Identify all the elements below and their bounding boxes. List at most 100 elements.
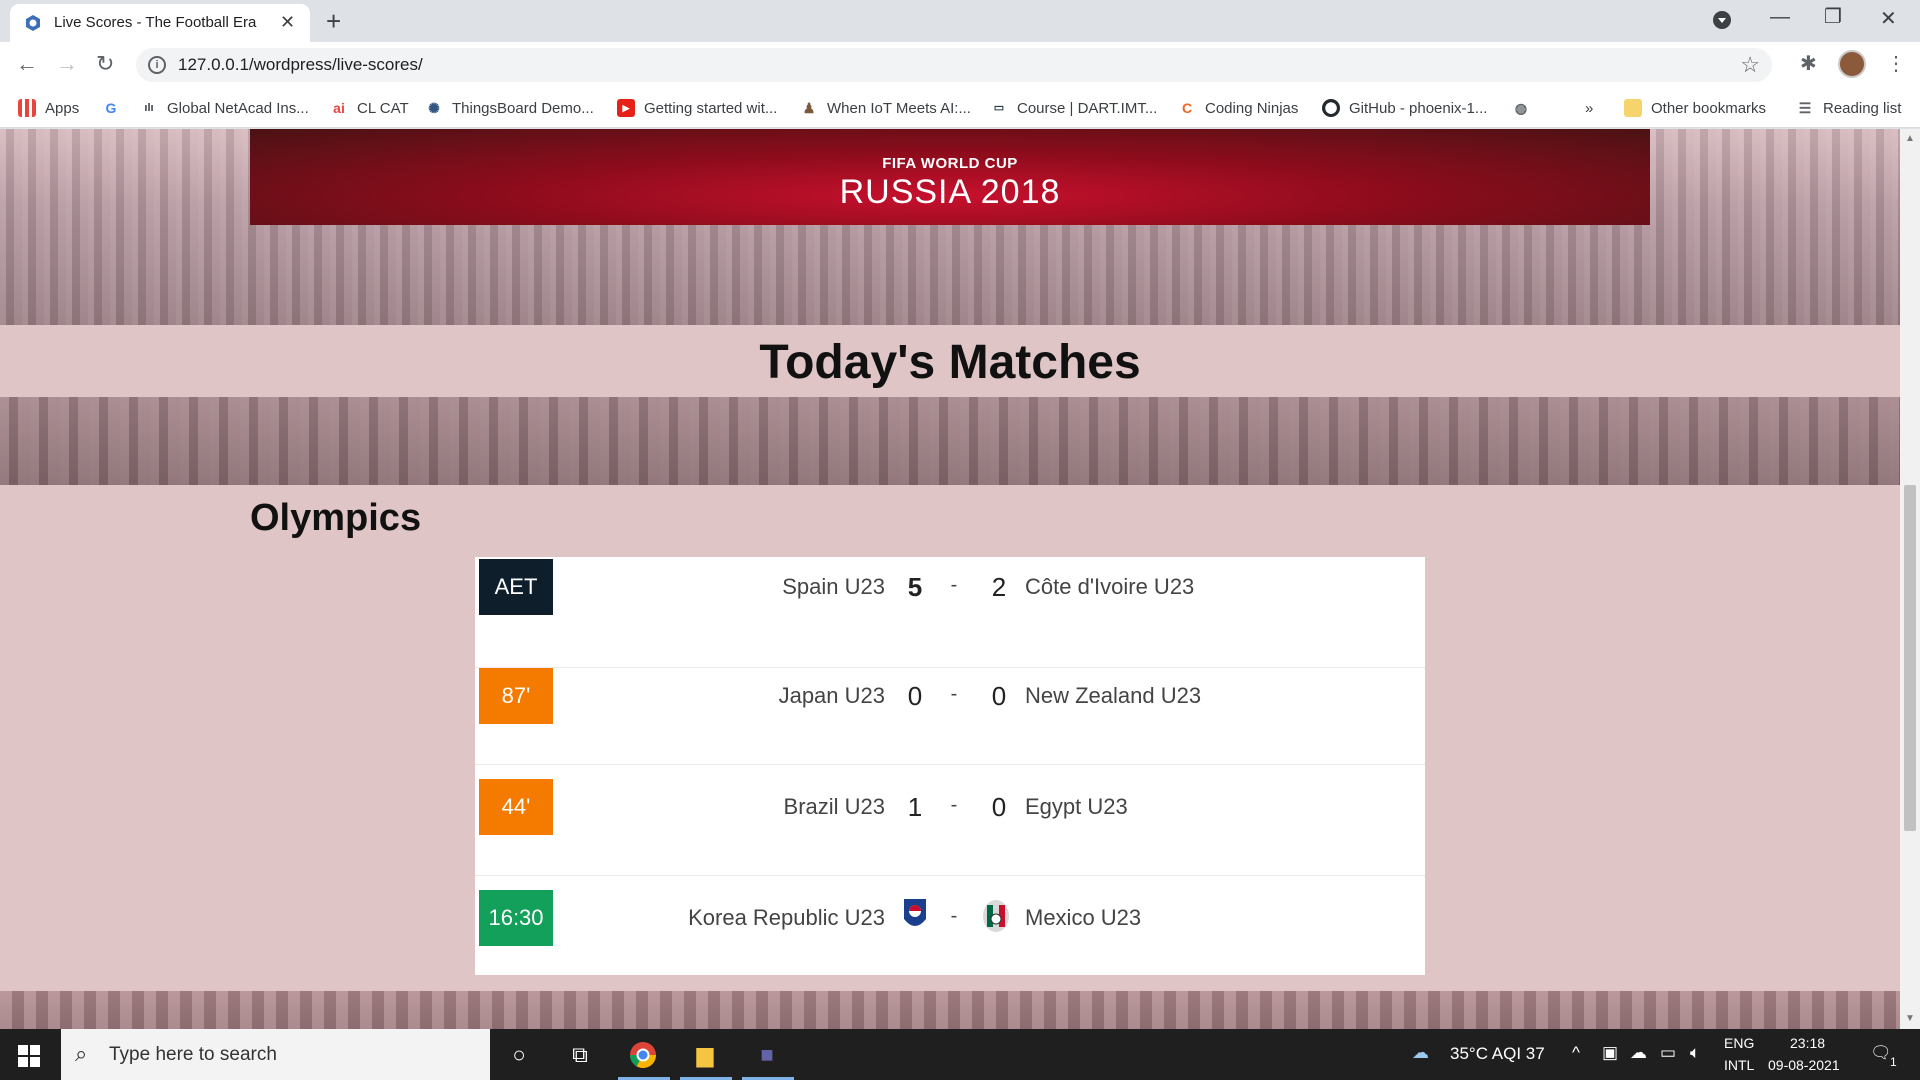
away-score: 0 bbox=[991, 792, 1007, 822]
weather-text[interactable]: 35°C AQI 37 bbox=[1450, 1044, 1545, 1064]
bookmark-thingsboard[interactable]: ✺ ThingsBoard Demo... bbox=[425, 96, 594, 120]
page-title: Today's Matches bbox=[759, 336, 1141, 389]
coding-ninjas-icon: C bbox=[1181, 100, 1193, 116]
taskbar-search-box[interactable]: ⌕ Type here to search bbox=[61, 1029, 490, 1080]
site-favicon-icon bbox=[26, 15, 40, 31]
home-team: Korea Republic U23 bbox=[688, 905, 885, 930]
scroll-up-icon[interactable]: ▲ bbox=[1905, 133, 1915, 144]
folder-icon bbox=[1624, 99, 1642, 117]
notification-count: 1 bbox=[1890, 1055, 1897, 1069]
away-team: Egypt U23 bbox=[1025, 794, 1128, 819]
banner-title-line1: FIFA WORLD CUP bbox=[882, 155, 1018, 172]
city-background-middle bbox=[0, 397, 1900, 485]
forward-icon[interactable]: → bbox=[56, 51, 78, 77]
tab-strip: Live Scores - The Football Era ✕ + — ❐ ✕ bbox=[0, 0, 1920, 42]
new-tab-icon[interactable]: + bbox=[326, 6, 341, 37]
notifications-icon[interactable]: 🗨︎ bbox=[1870, 1043, 1892, 1063]
cortana-icon[interactable]: ○ bbox=[503, 1039, 535, 1071]
reading-list-icon: ☰ bbox=[1798, 100, 1812, 116]
away-score: 0 bbox=[991, 681, 1007, 711]
show-hidden-icons-icon[interactable]: ^ bbox=[1572, 1043, 1580, 1063]
address-bar[interactable]: i 127.0.0.1/wordpress/live-scores/ ☆ bbox=[136, 48, 1772, 82]
browser-toolbar: ← → ↻ i 127.0.0.1/wordpress/live-scores/… bbox=[0, 42, 1920, 88]
menu-kebab-icon[interactable]: ⋮ bbox=[1886, 51, 1906, 76]
match-status-badge: 44' bbox=[479, 779, 553, 835]
page-scrollbar[interactable]: ▲ ▼ bbox=[1900, 129, 1920, 1029]
score-separator: - bbox=[950, 683, 958, 705]
meet-now-icon[interactable]: ▣ bbox=[1602, 1043, 1618, 1063]
tab-search-icon[interactable] bbox=[1712, 10, 1732, 36]
bookmarks-overflow[interactable]: » bbox=[1585, 96, 1593, 120]
bookmark-globe[interactable]: ◍ bbox=[1512, 96, 1539, 120]
bookmark-netacad[interactable]: ılı Global NetAcad Ins... bbox=[140, 96, 308, 120]
clock-date[interactable]: 09-08-2021 bbox=[1768, 1057, 1840, 1073]
match-list: AET Spain U23 5 - 2 Côte d'Ivoire U23 87… bbox=[475, 557, 1425, 975]
file-explorer-icon[interactable]: ▆ bbox=[689, 1039, 721, 1071]
bookmark-getting-started[interactable]: ▶ Getting started wit... bbox=[617, 96, 777, 120]
minimize-icon[interactable]: — bbox=[1770, 6, 1790, 29]
city-background-bottom bbox=[0, 991, 1900, 1029]
window-close-icon[interactable]: ✕ bbox=[1880, 6, 1897, 31]
windows-start-icon[interactable] bbox=[18, 1045, 40, 1067]
language-line1[interactable]: ENG bbox=[1724, 1035, 1754, 1051]
cisco-icon: ılı bbox=[144, 102, 154, 114]
clock-time[interactable]: 23:18 bbox=[1790, 1035, 1825, 1051]
score-separator: - bbox=[950, 574, 958, 596]
home-team: Brazil U23 bbox=[783, 794, 885, 819]
extensions-icon[interactable]: ✱ bbox=[1800, 51, 1817, 76]
course-icon: ▭ bbox=[993, 102, 1005, 114]
reading-list[interactable]: ☰ Reading list bbox=[1796, 96, 1902, 120]
language-line2[interactable]: INTL bbox=[1724, 1057, 1754, 1073]
search-icon: ⌕ bbox=[75, 1041, 88, 1066]
thingsboard-icon: ✺ bbox=[428, 100, 440, 116]
taskbar-search-placeholder: Type here to search bbox=[109, 1044, 277, 1065]
browser-tab[interactable]: Live Scores - The Football Era ✕ bbox=[10, 4, 310, 42]
bookmark-star-icon[interactable]: ☆ bbox=[1740, 52, 1760, 78]
ai-icon: ai bbox=[333, 100, 345, 116]
person-icon: ♟ bbox=[802, 100, 816, 116]
score-separator: - bbox=[950, 794, 958, 816]
bookmark-github[interactable]: ⬤ GitHub - phoenix-1... bbox=[1322, 96, 1487, 120]
bookmark-cl-cat[interactable]: ai CL CAT bbox=[330, 96, 409, 120]
bookmarks-bar: Apps G ılı Global NetAcad Ins... ai CL C… bbox=[0, 88, 1920, 128]
home-team: Spain U23 bbox=[782, 574, 885, 599]
bookmark-iot-ai[interactable]: ♟ When IoT Meets AI:... bbox=[800, 96, 971, 120]
match-status-badge: 87' bbox=[479, 668, 553, 724]
restore-icon[interactable]: ❐ bbox=[1824, 4, 1842, 29]
profile-avatar[interactable] bbox=[1838, 50, 1866, 78]
chrome-icon[interactable] bbox=[627, 1039, 659, 1071]
world-cup-banner: FIFA WORLD CUP RUSSIA 2018 bbox=[250, 129, 1650, 225]
match-row[interactable]: 44' Brazil U23 1 - 0 Egypt U23 bbox=[475, 765, 1425, 876]
match-row[interactable]: AET Spain U23 5 - 2 Côte d'Ivoire U23 bbox=[475, 557, 1425, 668]
league-title: Olympics bbox=[250, 497, 422, 539]
tab-close-icon[interactable]: ✕ bbox=[280, 12, 295, 33]
bookmark-course-dart[interactable]: ▭ Course | DART.IMT... bbox=[990, 96, 1158, 120]
score-separator: - bbox=[950, 905, 958, 927]
onedrive-icon[interactable]: ☁ bbox=[1630, 1043, 1647, 1063]
youtube-icon: ▶ bbox=[617, 99, 635, 117]
other-bookmarks[interactable]: Other bookmarks bbox=[1624, 96, 1766, 120]
match-row[interactable]: 16:30 Korea Republic U23 - Mexico U23 bbox=[475, 876, 1425, 975]
away-score: 2 bbox=[991, 572, 1007, 602]
bookmark-coding-ninjas[interactable]: C Coding Ninjas bbox=[1178, 96, 1298, 120]
site-info-icon[interactable]: i bbox=[148, 56, 166, 74]
scroll-down-icon[interactable]: ▼ bbox=[1905, 1013, 1915, 1024]
task-view-icon[interactable]: ⧉ bbox=[564, 1039, 596, 1071]
bookmark-apps[interactable]: Apps bbox=[18, 96, 79, 120]
volume-icon[interactable]: 🔈︎ bbox=[1690, 1043, 1700, 1063]
banner-title-line2: RUSSIA 2018 bbox=[839, 173, 1061, 211]
away-team: Mexico U23 bbox=[1025, 905, 1142, 930]
url-text[interactable]: 127.0.0.1/wordpress/live-scores/ bbox=[178, 55, 423, 75]
reload-icon[interactable]: ↻ bbox=[96, 51, 114, 77]
away-team: Côte d'Ivoire U23 bbox=[1025, 574, 1195, 599]
globe-icon: ◍ bbox=[1514, 100, 1528, 116]
match-row[interactable]: 87' Japan U23 0 - 0 New Zealand U23 bbox=[475, 654, 1425, 765]
bookmark-google[interactable]: G bbox=[102, 96, 129, 120]
back-icon[interactable]: ← bbox=[16, 51, 38, 77]
teams-icon[interactable]: ■ bbox=[751, 1039, 783, 1071]
weather-icon[interactable]: ☁ bbox=[1412, 1043, 1429, 1063]
scrollbar-thumb[interactable] bbox=[1904, 485, 1916, 831]
battery-icon[interactable]: ▭ bbox=[1660, 1043, 1676, 1063]
windows-taskbar: ⌕ Type here to search ○ ⧉ ▆ ■ ☁ 35°C AQI… bbox=[0, 1029, 1920, 1080]
match-status-badge: AET bbox=[479, 559, 553, 615]
